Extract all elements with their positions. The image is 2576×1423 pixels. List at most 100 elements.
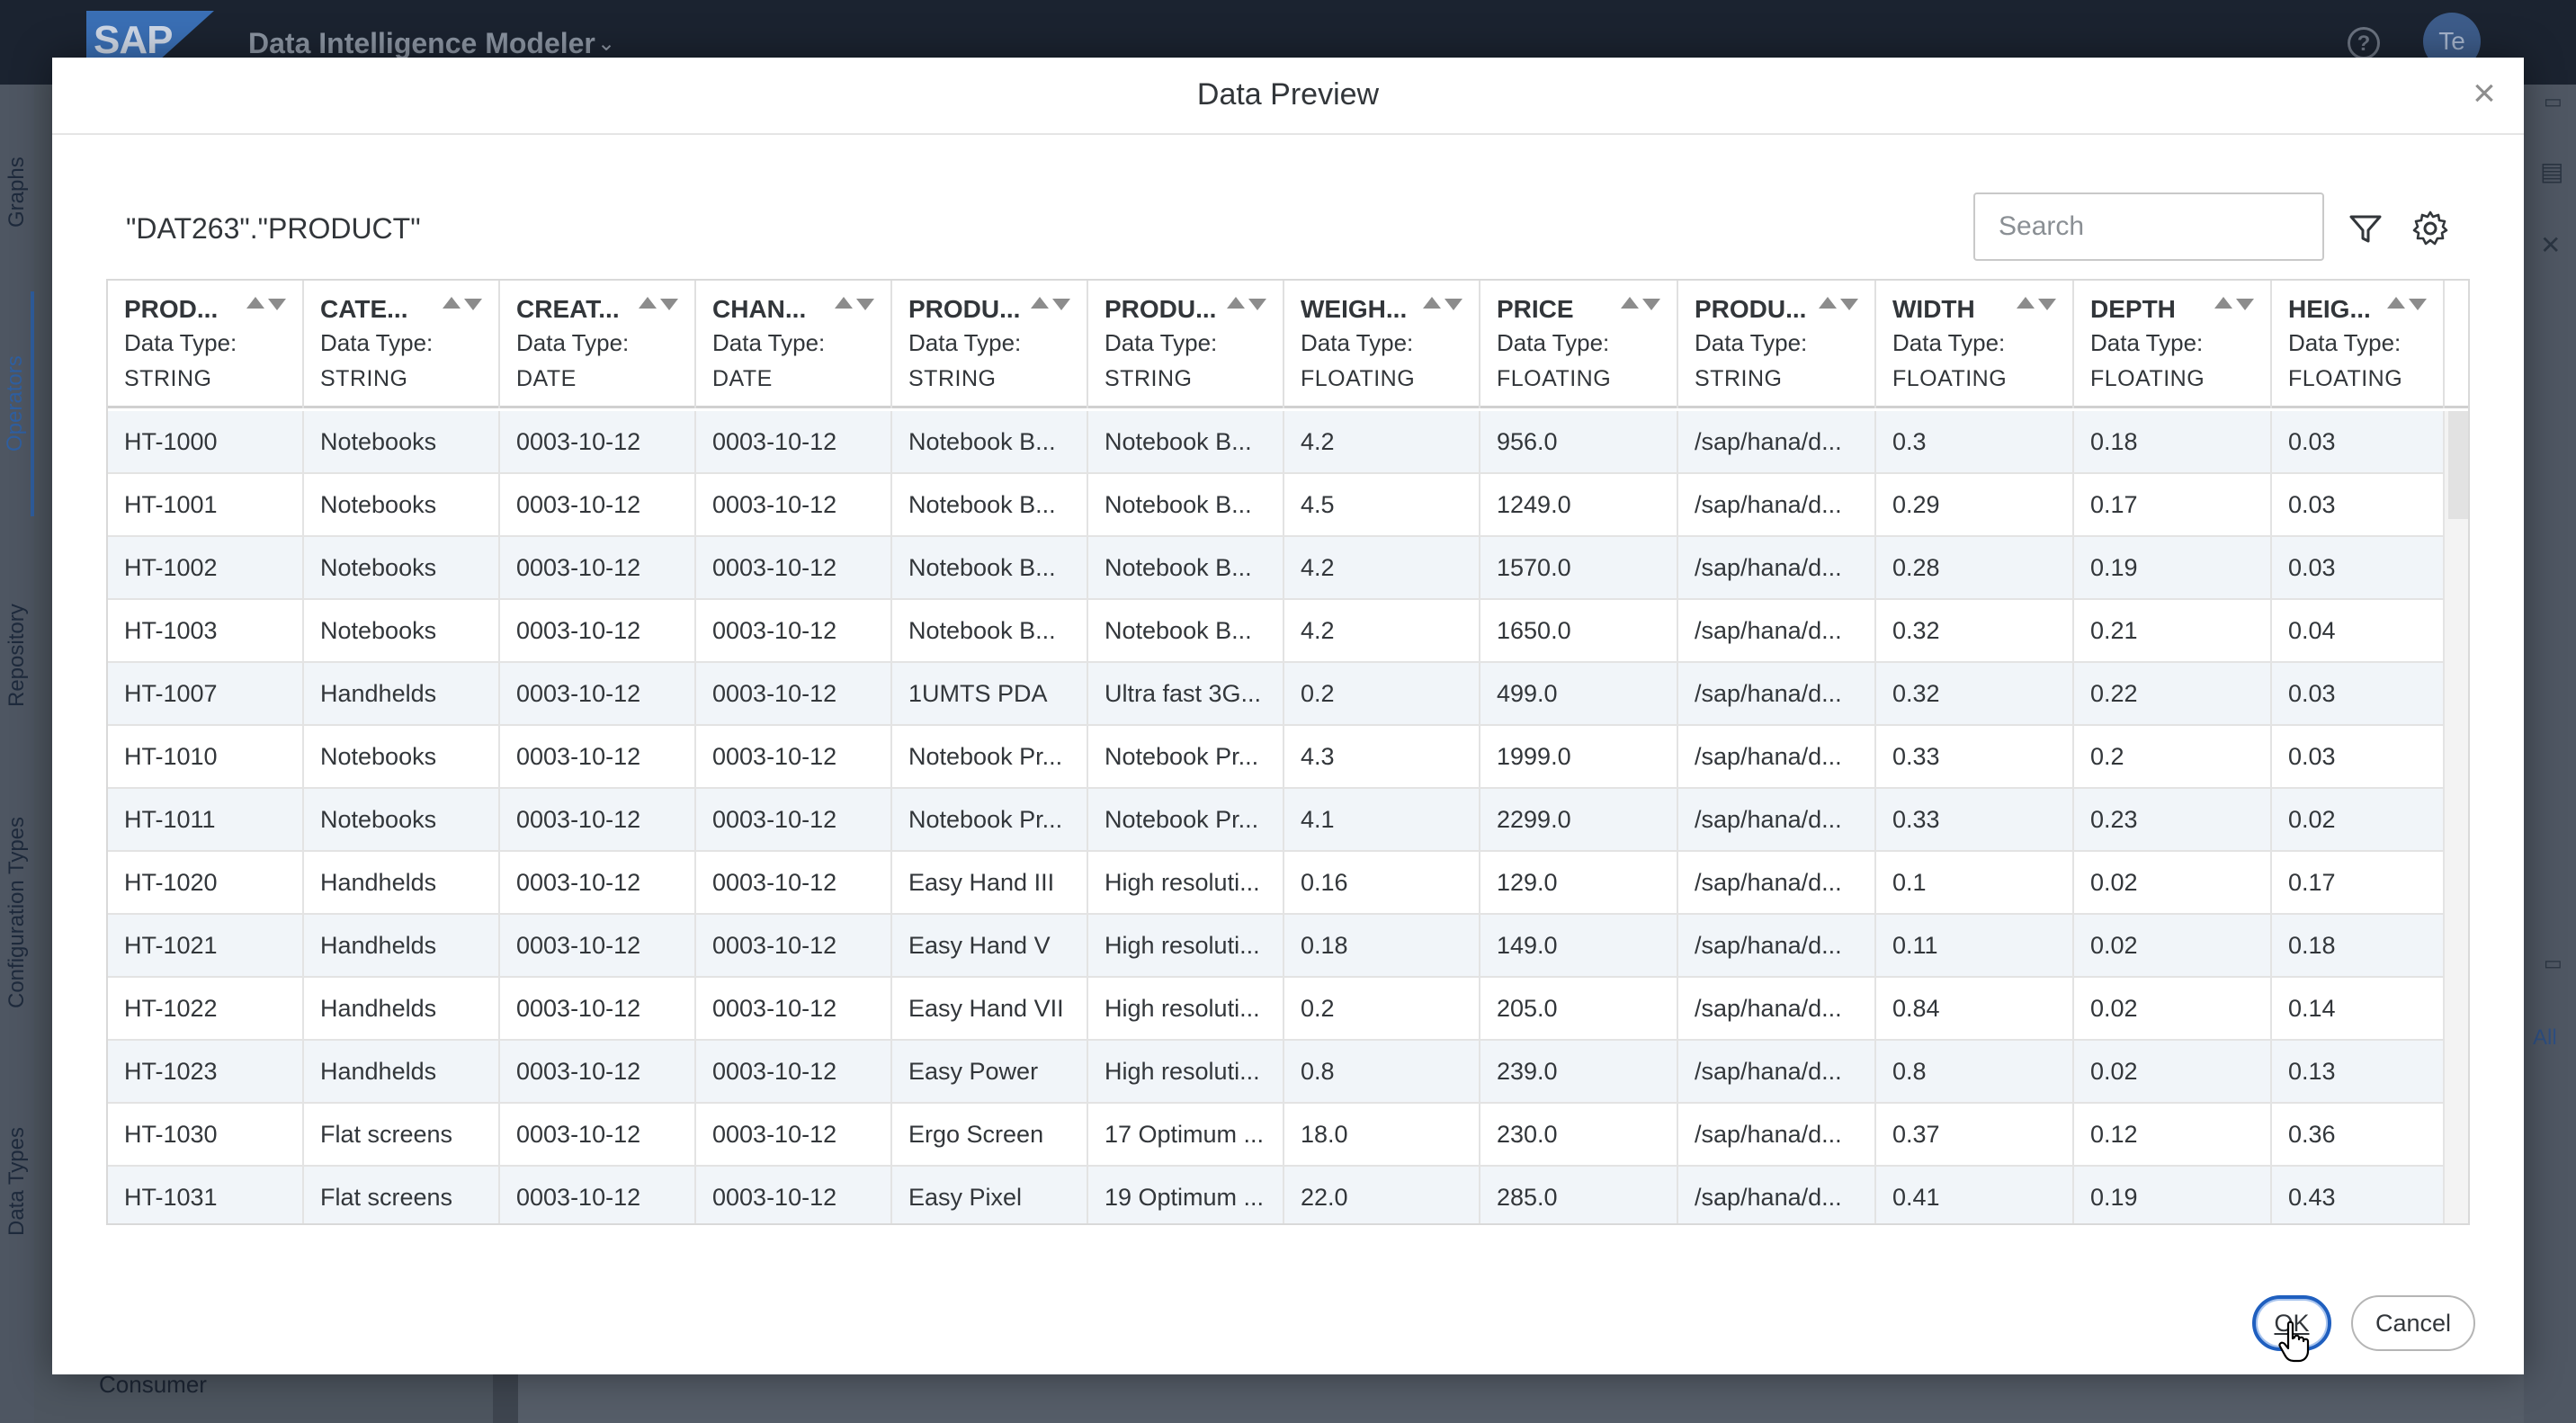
table-row[interactable]: HT-1030 Flat screens 0003-10-12 0003-10-12 E… bbox=[108, 1104, 2445, 1167]
column-header[interactable]: PRODU... Data Type: STRING bbox=[892, 281, 1088, 408]
column-header[interactable]: PRODU... Data Type: STRING bbox=[1088, 281, 1284, 408]
table-row[interactable]: HT-1007 Handhelds 0003-10-12 0003-10-12 1UMT… bbox=[108, 663, 2445, 726]
tab-data-types[interactable]: Data Types bbox=[0, 1074, 34, 1290]
table-cell: 17 Optimum ... bbox=[1088, 1104, 1284, 1165]
sort-ascending-icon[interactable] bbox=[2214, 297, 2232, 309]
table-row[interactable]: HT-1001 Notebooks 0003-10-12 0003-10-12 Note… bbox=[108, 474, 2445, 537]
column-type-label: Data Type: bbox=[2090, 329, 2204, 356]
sort-descending-icon[interactable] bbox=[1445, 299, 1462, 310]
sort-ascending-icon[interactable] bbox=[835, 297, 853, 309]
table-row[interactable]: HT-1000 Notebooks 0003-10-12 0003-10-12 Note… bbox=[108, 411, 2445, 474]
tab-repository[interactable]: Repository bbox=[0, 552, 34, 759]
sort-ascending-icon[interactable] bbox=[2017, 297, 2035, 309]
table-cell: 0.41 bbox=[1876, 1167, 2074, 1223]
side-rail: Graphs Operators Repository Configuratio… bbox=[0, 85, 34, 1423]
column-header[interactable]: WIDTH Data Type: FLOATING bbox=[1876, 281, 2074, 408]
table-cell: Easy Hand III bbox=[892, 852, 1088, 913]
column-header[interactable]: WEIGH... Data Type: FLOATING bbox=[1284, 281, 1480, 408]
column-header[interactable]: DEPTH Data Type: FLOATING bbox=[2074, 281, 2272, 408]
sort-descending-icon[interactable] bbox=[2409, 299, 2427, 310]
table-cell: 0.37 bbox=[1876, 1104, 2074, 1165]
column-type: STRING bbox=[1695, 366, 1783, 391]
filter-icon[interactable] bbox=[2346, 209, 2385, 248]
sort-ascending-icon[interactable] bbox=[1227, 297, 1245, 309]
chevron-down-icon[interactable]: ⌄ bbox=[597, 31, 615, 57]
table-cell: 1650.0 bbox=[1480, 600, 1678, 661]
table-cell: 22.0 bbox=[1284, 1167, 1480, 1223]
tab-graphs[interactable]: Graphs bbox=[0, 121, 34, 264]
document-icon[interactable]: ▤ bbox=[2540, 157, 2563, 186]
table-cell: /sap/hana/d... bbox=[1678, 789, 1876, 850]
table-cell: 0.03 bbox=[2272, 537, 2445, 598]
table-cell: 0.02 bbox=[2074, 915, 2272, 976]
sort-descending-icon[interactable] bbox=[660, 299, 678, 310]
table-cell: 1570.0 bbox=[1480, 537, 1678, 598]
table-cell: 129.0 bbox=[1480, 852, 1678, 913]
table-cell: Notebook B... bbox=[892, 474, 1088, 535]
column-header[interactable]: PRICE Data Type: FLOATING bbox=[1480, 281, 1678, 408]
column-header[interactable]: HEIG... Data Type: FLOATING bbox=[2272, 281, 2445, 408]
table-row[interactable]: HT-1003 Notebooks 0003-10-12 0003-10-12 Note… bbox=[108, 600, 2445, 663]
search-input[interactable] bbox=[1973, 192, 2324, 261]
close-icon[interactable]: ✕ bbox=[2540, 230, 2561, 260]
app-title[interactable]: Data Intelligence Modeler bbox=[248, 27, 595, 60]
column-header[interactable]: PROD... Data Type: STRING bbox=[108, 281, 304, 408]
tab-operators[interactable]: Operators bbox=[0, 291, 34, 516]
vertical-scrollbar[interactable] bbox=[2443, 411, 2468, 1223]
table-row[interactable]: HT-1002 Notebooks 0003-10-12 0003-10-12 Note… bbox=[108, 537, 2445, 600]
table-cell: Notebook B... bbox=[892, 600, 1088, 661]
table-cell: /sap/hana/d... bbox=[1678, 663, 1876, 724]
tab-configuration-types[interactable]: Configuration Types bbox=[0, 777, 34, 1047]
column-header[interactable]: PRODU... Data Type: STRING bbox=[1678, 281, 1876, 408]
sort-descending-icon[interactable] bbox=[268, 299, 286, 310]
sort-descending-icon[interactable] bbox=[2236, 299, 2254, 310]
sort-ascending-icon[interactable] bbox=[639, 297, 657, 309]
sort-ascending-icon[interactable] bbox=[443, 297, 461, 309]
table-row[interactable]: HT-1023 Handhelds 0003-10-12 0003-10-12 Easy… bbox=[108, 1041, 2445, 1104]
sort-descending-icon[interactable] bbox=[1052, 299, 1070, 310]
cancel-button[interactable]: Cancel bbox=[2351, 1295, 2475, 1351]
sort-ascending-icon[interactable] bbox=[1819, 297, 1837, 309]
table-cell: 0.17 bbox=[2074, 474, 2272, 535]
sort-ascending-icon[interactable] bbox=[246, 297, 264, 309]
sort-ascending-icon[interactable] bbox=[2387, 297, 2405, 309]
scrollbar-thumb[interactable] bbox=[2448, 411, 2468, 519]
table-cell: Notebooks bbox=[304, 789, 500, 850]
help-icon[interactable]: ? bbox=[2348, 27, 2380, 59]
table-row[interactable]: HT-1031 Flat screens 0003-10-12 0003-10-12 E… bbox=[108, 1167, 2445, 1223]
table-cell: Flat screens bbox=[304, 1167, 500, 1223]
column-header[interactable]: CATE... Data Type: STRING bbox=[304, 281, 500, 408]
table-row[interactable]: HT-1021 Handhelds 0003-10-12 0003-10-12 Easy… bbox=[108, 915, 2445, 978]
table-cell: /sap/hana/d... bbox=[1678, 1041, 1876, 1102]
column-header[interactable]: CHAN... Data Type: DATE bbox=[696, 281, 892, 408]
gear-icon[interactable] bbox=[2411, 209, 2450, 248]
column-type-label: Data Type: bbox=[1105, 329, 1218, 356]
sort-descending-icon[interactable] bbox=[1840, 299, 1858, 310]
table-cell: 0.32 bbox=[1876, 600, 2074, 661]
table-cell: 0.03 bbox=[2272, 663, 2445, 724]
sort-ascending-icon[interactable] bbox=[1621, 297, 1639, 309]
all-link[interactable]: All bbox=[2533, 1025, 2557, 1051]
close-icon[interactable]: × bbox=[2463, 72, 2506, 115]
table-cell: 0003-10-12 bbox=[696, 537, 892, 598]
table-cell: /sap/hana/d... bbox=[1678, 1167, 1876, 1223]
consumer-label[interactable]: Consumer bbox=[99, 1371, 207, 1399]
table-row[interactable]: HT-1011 Notebooks 0003-10-12 0003-10-12 Note… bbox=[108, 789, 2445, 852]
table-row[interactable]: HT-1010 Notebooks 0003-10-12 0003-10-12 Note… bbox=[108, 726, 2445, 789]
sort-descending-icon[interactable] bbox=[1248, 299, 1266, 310]
column-header[interactable]: CREAT... Data Type: DATE bbox=[500, 281, 696, 408]
table-row[interactable]: HT-1022 Handhelds 0003-10-12 0003-10-12 Easy… bbox=[108, 978, 2445, 1041]
table-cell: 0003-10-12 bbox=[696, 978, 892, 1039]
table-cell: 0.18 bbox=[2074, 411, 2272, 472]
sort-ascending-icon[interactable] bbox=[1423, 297, 1441, 309]
sort-ascending-icon[interactable] bbox=[1031, 297, 1049, 309]
table-cell: 0.28 bbox=[1876, 537, 2074, 598]
table-cell: 0.11 bbox=[1876, 915, 2074, 976]
sort-descending-icon[interactable] bbox=[856, 299, 874, 310]
table-cell: 0.14 bbox=[2272, 978, 2445, 1039]
sort-descending-icon[interactable] bbox=[1642, 299, 1660, 310]
sort-descending-icon[interactable] bbox=[464, 299, 482, 310]
table-row[interactable]: HT-1020 Handhelds 0003-10-12 0003-10-12 Easy… bbox=[108, 852, 2445, 915]
table-cell: /sap/hana/d... bbox=[1678, 915, 1876, 976]
sort-descending-icon[interactable] bbox=[2038, 299, 2056, 310]
